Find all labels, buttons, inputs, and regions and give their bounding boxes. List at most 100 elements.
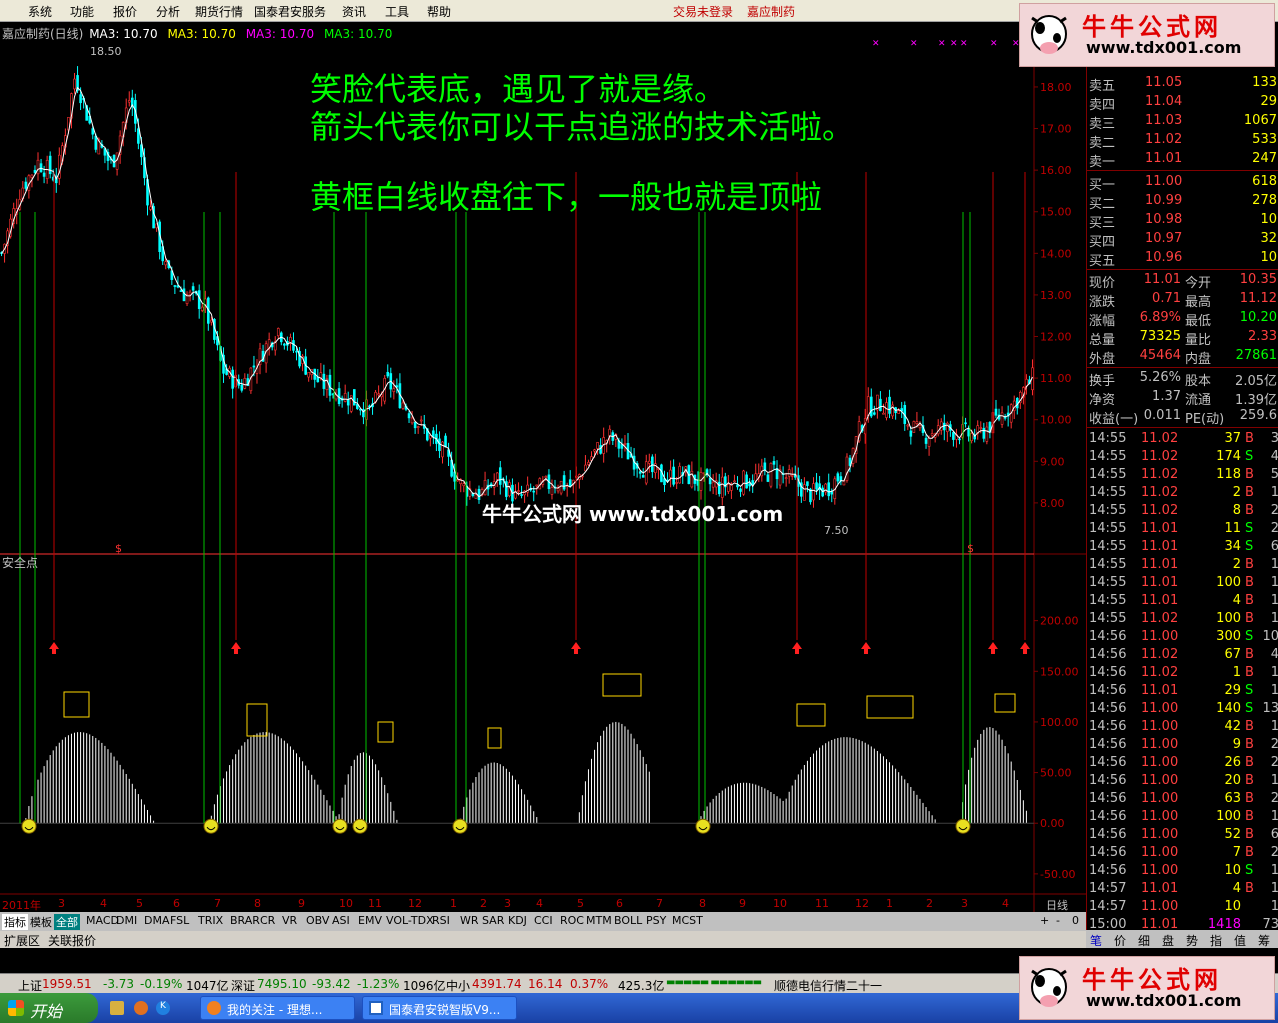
stat-value: 45464 [1139, 348, 1181, 363]
trade-login-status[interactable]: 交易未登录 [673, 3, 733, 20]
candle-body [918, 425, 922, 429]
indicator-tab-mtm[interactable]: MTM [584, 914, 614, 927]
bid-row[interactable]: 买三 10.98 10 [1087, 211, 1278, 231]
menu-futures[interactable]: 期货行情 [195, 3, 243, 20]
server-name[interactable]: 顺德电信行情二十一 [774, 977, 882, 994]
tick-time: 14:56 [1089, 863, 1127, 878]
x-axis-label: 2 [926, 897, 933, 910]
ask-row[interactable]: 卖五 11.05 133 [1087, 74, 1278, 94]
candle-body [669, 469, 672, 478]
sh-index-label: 上证 [18, 979, 43, 993]
indicator-tab-wr[interactable]: WR [458, 914, 481, 927]
candle-body [191, 286, 195, 291]
candle-body [924, 437, 928, 444]
right-tab[interactable]: 势 [1186, 932, 1198, 949]
indicator-tab-vr[interactable]: VR [280, 914, 299, 927]
menu-broker-service[interactable]: 国泰君安服务 [254, 3, 326, 20]
candle-body [790, 475, 794, 477]
tick-side: B [1245, 557, 1254, 572]
tick-volume: 67 [1224, 647, 1241, 662]
right-tab[interactable]: 筹 [1258, 932, 1270, 949]
indicator-tab-trix[interactable]: TRIX [196, 914, 225, 927]
indicator-tab-cci[interactable]: CCI [532, 914, 555, 927]
watermark-title: 牛牛公式网 [1082, 966, 1222, 994]
menu-function[interactable]: 功能 [70, 3, 94, 20]
smiley-icon [352, 818, 368, 834]
menu-news[interactable]: 资讯 [342, 3, 366, 20]
tick-price: 11.00 [1141, 899, 1179, 914]
indicator-tab-boll[interactable]: BOLL [612, 914, 644, 927]
bid-row[interactable]: 买四 10.97 32 [1087, 230, 1278, 250]
tick-volume: 1 [1232, 665, 1241, 680]
menu-analysis[interactable]: 分析 [156, 3, 180, 20]
taskbar-item-trading-app[interactable]: 国泰君安锐智版V9... [362, 996, 517, 1020]
x-axis-label: 2 [480, 897, 487, 910]
indicator-tab-模板[interactable]: 模板 [28, 914, 54, 930]
quicklaunch-folder-icon[interactable] [110, 1001, 124, 1015]
menu-quote[interactable]: 报价 [113, 3, 137, 20]
indicator-tab-rsi[interactable]: RSI [430, 914, 452, 927]
right-tab[interactable]: 笔 [1090, 932, 1102, 949]
quicklaunch-k-icon[interactable]: K [156, 1001, 170, 1015]
right-tab[interactable]: 指 [1210, 932, 1222, 949]
taskbar-item-watchlist[interactable]: 我的关注 - 理想... [200, 996, 355, 1020]
ask-row[interactable]: 卖四 11.04 29 [1087, 93, 1278, 113]
indicator-tab-psy[interactable]: PSY [644, 914, 668, 927]
bid-label: 买一 [1089, 178, 1116, 193]
quicklaunch-browser-icon[interactable] [134, 1001, 148, 1015]
indicator-tab-mcst[interactable]: MCST [670, 914, 705, 927]
ask-price: 11.04 [1145, 94, 1183, 109]
candle-body [754, 473, 758, 482]
indicator-tab-fsl[interactable]: FSL [168, 914, 191, 927]
x-axis: 2011年 3 4 5 6 7 8 9 10 11 12 1 2 3 4 5 6 7 8 9 10 11 12 1 2 3 4 [0, 897, 1040, 912]
tick-price: 11.02 [1141, 449, 1179, 464]
indicator-tab-全部[interactable]: 全部 [54, 914, 80, 930]
indicator-tab-vol-tdx[interactable]: VOL-TDX [384, 914, 436, 927]
indicator-tab-roc[interactable]: ROC [558, 914, 586, 927]
bid-row[interactable]: 买二 10.99 278 [1087, 192, 1278, 212]
chart-canvas[interactable]: 18.0017.0016.0015.0014.0013.0012.0011.00… [0, 22, 1086, 912]
zoom-out-button[interactable]: - [1056, 914, 1060, 927]
candle-body [711, 481, 715, 488]
bid-row[interactable]: 买一 11.00 618 [1087, 173, 1278, 193]
stat-label: 最低 [1185, 314, 1212, 329]
tab-related-quote[interactable]: 关联报价 [48, 932, 96, 949]
ask-row[interactable]: 卖二 11.02 533 [1087, 131, 1278, 151]
ask-row[interactable]: 卖一 11.01 247 [1087, 150, 1278, 170]
period-label[interactable]: 日线 [1046, 897, 1068, 913]
start-button[interactable]: 开始 [0, 993, 98, 1023]
indicator-tab-cr[interactable]: CR [258, 914, 277, 927]
menu-tools[interactable]: 工具 [385, 3, 409, 20]
right-tab[interactable]: 价 [1114, 932, 1126, 949]
indicator-tab-emv[interactable]: EMV [356, 914, 384, 927]
indicator-tab-指标[interactable]: 指标 [2, 914, 28, 930]
candle-body [720, 476, 724, 498]
indicator-tab-dmi[interactable]: DMI [114, 914, 139, 927]
candle-body [739, 488, 742, 492]
tab-extension[interactable]: 扩展区 [4, 932, 40, 949]
up-arrow-icon [231, 642, 241, 654]
sz-index-label: 深证 [231, 979, 256, 993]
indicator-tab-obv[interactable]: OBV [304, 914, 331, 927]
right-tab[interactable]: 值 [1234, 932, 1246, 949]
tick-price: 11.00 [1141, 773, 1179, 788]
zoom-reset-button[interactable]: 0 [1072, 914, 1079, 927]
menu-system[interactable]: 系统 [28, 3, 52, 20]
menu-help[interactable]: 帮助 [427, 3, 451, 20]
indicator-tab-brar[interactable]: BRAR [228, 914, 262, 927]
taskbar-item-label: 国泰君安锐智版V9... [389, 1003, 501, 1017]
chart-area[interactable]: 18.00 17.00 16.00 15.00 14.00 13.00 12.00 11.00… [0, 22, 1086, 930]
indicator-tab-kdj[interactable]: KDJ [506, 914, 529, 927]
candle-body [283, 343, 286, 346]
tick-price: 11.01 [1141, 539, 1179, 554]
candle-body [307, 372, 310, 378]
indicator-tab-sar[interactable]: SAR [480, 914, 506, 927]
bid-row[interactable]: 买五 10.96 10 [1087, 249, 1278, 269]
ask-row[interactable]: 卖三 11.03 1067 [1087, 112, 1278, 132]
right-tab[interactable]: 盘 [1162, 932, 1174, 949]
stat-value: 6.89% [1139, 310, 1181, 325]
zoom-in-button[interactable]: + [1040, 914, 1049, 927]
tick-side: B [1245, 503, 1254, 518]
indicator-tab-asi[interactable]: ASI [330, 914, 352, 927]
right-tab[interactable]: 细 [1138, 932, 1150, 949]
